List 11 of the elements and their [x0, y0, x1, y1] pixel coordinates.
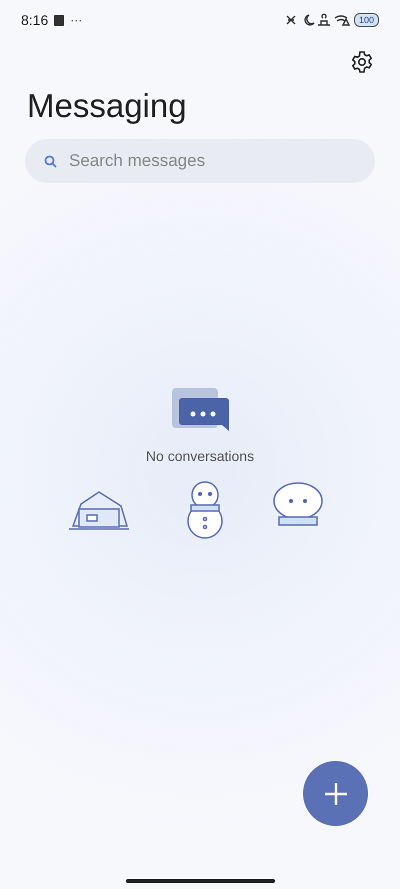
- notification-icon: [54, 14, 64, 26]
- settings-icon[interactable]: [350, 50, 374, 74]
- battery-indicator: 100: [354, 13, 379, 27]
- plus-icon: [324, 782, 348, 806]
- status-time: 8:16: [21, 10, 48, 30]
- more-notifications-indicator: ···: [70, 12, 82, 29]
- search-field[interactable]: Search messages: [25, 139, 375, 183]
- page-title: Messaging: [27, 86, 188, 126]
- status-icons-drawing: [284, 13, 351, 27]
- empty-state-message: No conversations: [146, 447, 254, 466]
- search-icon: [44, 155, 57, 168]
